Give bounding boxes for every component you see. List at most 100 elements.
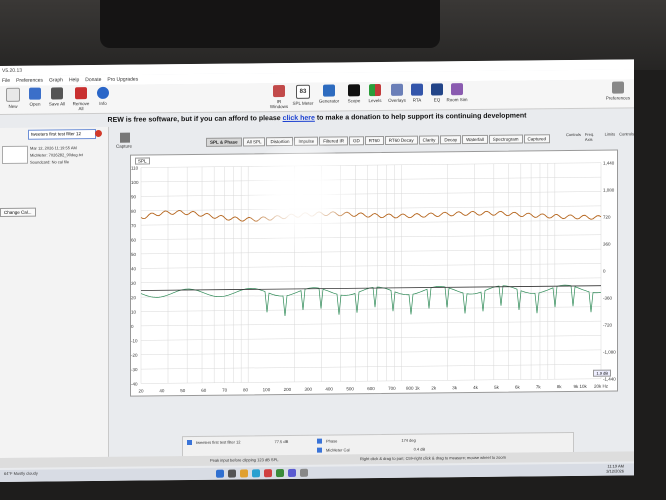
scope-button[interactable]: Scope bbox=[343, 84, 365, 103]
tab-rt60-decay[interactable]: RT60 Decay bbox=[384, 135, 418, 145]
y-tick-label: 90 bbox=[131, 194, 137, 199]
app-icon[interactable] bbox=[288, 468, 296, 477]
tab-spectrogram[interactable]: Spectrogram bbox=[488, 134, 523, 144]
ir-windows-button[interactable]: IR Windows bbox=[268, 85, 290, 109]
tab-gd[interactable]: GD bbox=[349, 136, 364, 146]
tab-clarity[interactable]: Clarity bbox=[418, 135, 440, 145]
grid-line-h bbox=[141, 335, 601, 341]
x-tick-label: 3k bbox=[452, 385, 458, 390]
graph-tools: Controls Freq. Axis Limits Controls bbox=[566, 131, 634, 142]
x-tick-label: 4k bbox=[473, 385, 479, 390]
grid-line-h bbox=[141, 349, 601, 355]
file-explorer-icon[interactable] bbox=[240, 469, 248, 478]
ir-windows-icon bbox=[273, 85, 285, 98]
remove-all-button[interactable]: Remove All bbox=[70, 87, 92, 111]
menu-preferences[interactable]: Preferences bbox=[16, 76, 43, 86]
x-tick-label: 70 bbox=[222, 388, 228, 393]
y-right-tick-label: -360 bbox=[603, 296, 613, 301]
x-tick-label: 60 bbox=[201, 388, 207, 393]
legend-row-mic-cal[interactable]: MicMeter Cal 0.4 dB bbox=[317, 447, 425, 453]
y-tick-label: 0 bbox=[131, 324, 134, 329]
legend-row-spl[interactable]: tweeters first test filter 12 77.5 dB bbox=[187, 439, 288, 446]
preferences-button[interactable]: Preferences bbox=[604, 81, 632, 101]
generator-icon bbox=[323, 84, 335, 97]
open-button[interactable]: Open bbox=[24, 87, 46, 107]
y-tick-label: 50 bbox=[131, 252, 137, 257]
weather-widget[interactable]: 64°F Mostly cloudy bbox=[4, 471, 44, 476]
new-icon bbox=[6, 87, 20, 102]
x-tick-label: 2k bbox=[431, 385, 437, 390]
windows-start-icon[interactable] bbox=[216, 469, 224, 478]
tab-all-spl[interactable]: All SPL bbox=[242, 137, 266, 147]
overlays-button[interactable]: Overlays bbox=[386, 83, 408, 103]
change-cal-button[interactable]: Change Cal... bbox=[0, 207, 36, 217]
x-tick-label: 20k Hz bbox=[594, 384, 609, 389]
tab-captured[interactable]: Captured bbox=[523, 134, 551, 144]
y-tick-label: 70 bbox=[131, 223, 137, 228]
eq-icon bbox=[431, 83, 443, 96]
laptop-screen: V5.20.13 File Preferences Graph Help Don… bbox=[0, 59, 634, 482]
spl-phase-graph[interactable]: SPL 110 100 90 80 70 60 50 40 30 20 10 0 -10 -20 -30 -4… bbox=[130, 149, 618, 397]
x-tick-label: 500 bbox=[346, 386, 354, 391]
menu-help[interactable]: Help bbox=[69, 75, 79, 85]
limits-tool[interactable]: Limits bbox=[605, 132, 615, 142]
tab-rt60[interactable]: RT60 bbox=[364, 135, 384, 146]
x-tick-label: 80 bbox=[243, 387, 249, 392]
rta-button[interactable]: RTA bbox=[406, 83, 428, 103]
x-tick-label: 800 1k bbox=[406, 386, 420, 391]
grid-line-h bbox=[141, 176, 601, 183]
controls-tool-2[interactable]: Controls bbox=[619, 131, 634, 141]
x-tick-label: 9k 10k bbox=[573, 384, 587, 389]
remove-measurement-icon[interactable] bbox=[95, 129, 102, 138]
x-tick-label: 6k bbox=[515, 385, 521, 390]
checkbox-icon bbox=[187, 439, 192, 446]
generator-button[interactable]: Generator bbox=[318, 84, 340, 104]
y-tick-label: -30 bbox=[131, 367, 138, 372]
tab-filtered-ir[interactable]: Filtered IR bbox=[319, 136, 348, 146]
y-tick-label: 10 bbox=[131, 310, 137, 315]
rew-app-icon[interactable] bbox=[300, 468, 308, 477]
legend-row-phase[interactable]: Phase 174 deg bbox=[317, 438, 416, 444]
edge-browser-icon[interactable] bbox=[252, 469, 260, 478]
x-tick-label: 40 bbox=[159, 388, 165, 393]
x-tick-label: 100 bbox=[263, 387, 271, 392]
grid-line-h bbox=[141, 364, 601, 370]
checkbox-icon bbox=[317, 447, 322, 453]
eq-button[interactable]: EQ bbox=[426, 83, 448, 102]
menu-graph[interactable]: Graph bbox=[49, 75, 63, 85]
info-icon bbox=[97, 86, 109, 99]
x-tick-label: 700 bbox=[388, 386, 396, 391]
folder-open-icon bbox=[29, 87, 41, 100]
save-icon bbox=[51, 87, 63, 100]
menu-donate[interactable]: Donate bbox=[85, 75, 101, 85]
freq-axis-tool[interactable]: Freq. Axis bbox=[585, 132, 601, 142]
room-sim-button[interactable]: Room Sim bbox=[446, 83, 468, 102]
measurements-panel: tweeters first test filter 12 Mar 12, 20… bbox=[0, 126, 109, 458]
save-all-button[interactable]: Save All bbox=[46, 87, 68, 106]
donate-link[interactable]: click here bbox=[283, 115, 315, 122]
x-tick-label: 5k bbox=[494, 385, 500, 390]
chrome-browser-icon[interactable] bbox=[264, 469, 272, 478]
app-icon[interactable] bbox=[276, 469, 284, 478]
new-button[interactable]: New bbox=[2, 87, 24, 109]
x-tick-label: 8k bbox=[557, 384, 563, 389]
info-button[interactable]: Info bbox=[92, 86, 114, 106]
measurement-card[interactable]: Mar 12, 2026 11:19:55 AM MicMeter: 70262… bbox=[0, 143, 104, 178]
room-sim-icon bbox=[451, 83, 463, 96]
checkbox-icon bbox=[317, 438, 322, 444]
tab-waterfall[interactable]: Waterfall bbox=[462, 134, 488, 145]
x-tick-label: 20 bbox=[138, 388, 144, 393]
tab-spl-phase[interactable]: SPL & Phase bbox=[206, 137, 242, 147]
levels-button[interactable]: Levels bbox=[364, 84, 386, 103]
spl-meter-icon: 83 bbox=[296, 84, 310, 99]
capture-button[interactable]: Capture bbox=[116, 132, 132, 149]
clock[interactable]: 11:19 AM 3/12/2026 bbox=[606, 463, 624, 473]
menu-file[interactable]: File bbox=[2, 76, 10, 86]
measurement-name-field[interactable]: tweeters first test filter 12 bbox=[28, 128, 96, 140]
menu-pro-upgrades[interactable]: Pro Upgrades bbox=[107, 75, 138, 85]
spl-meter-button[interactable]: 83 SPL Meter bbox=[292, 84, 314, 106]
tab-decay[interactable]: Decay bbox=[440, 135, 462, 145]
y-right-tick-label: -720 bbox=[603, 323, 613, 328]
controls-tool[interactable]: Controls bbox=[566, 132, 581, 142]
search-icon[interactable] bbox=[228, 469, 236, 478]
